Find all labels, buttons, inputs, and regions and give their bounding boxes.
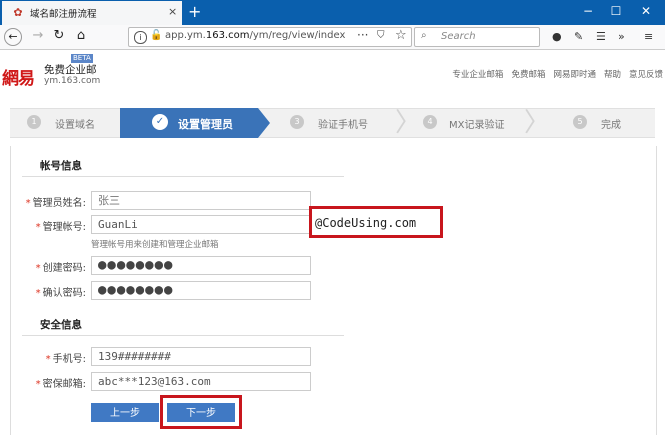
- step-label: MX记录验证: [449, 120, 505, 131]
- account-section-title: 帐号信息: [40, 160, 82, 172]
- page-actions-icon[interactable]: ···: [357, 28, 368, 42]
- home-icon[interactable]: ⌂: [72, 27, 90, 45]
- bookmark-star-icon[interactable]: ☆: [395, 28, 407, 43]
- step-label: 设置域名: [55, 120, 95, 131]
- minimize-icon[interactable]: −: [580, 4, 596, 18]
- divider: [22, 176, 344, 177]
- security-email-label: * 密保邮箱:: [35, 379, 86, 390]
- browser-toolbar: ← → ↻ ⌂ i 🔓 app.ym.163.com/ym/reg/view/i…: [0, 25, 665, 50]
- netease-logo[interactable]: 網易: [2, 64, 35, 89]
- admin-name-input[interactable]: 张三: [91, 191, 311, 210]
- check-icon: ✓: [152, 114, 168, 130]
- step-label-active: 设置管理员: [178, 118, 233, 131]
- nav-link-free-mail[interactable]: 免费邮箱: [511, 70, 545, 80]
- forward-icon[interactable]: →: [29, 27, 47, 45]
- confirm-password-input[interactable]: ●●●●●●●●: [91, 281, 311, 300]
- step-number: 1: [27, 115, 41, 129]
- product-name: 免费企业邮: [44, 64, 97, 76]
- step-number: 3: [290, 115, 304, 129]
- step-number: 5: [573, 115, 587, 129]
- info-icon[interactable]: i: [134, 31, 147, 44]
- product-domain: ym.163.com: [44, 76, 101, 86]
- domain-suffix: @CodeUsing.com: [315, 216, 417, 230]
- search-placeholder: Search: [441, 31, 476, 42]
- url-bar[interactable]: i 🔓 app.ym.163.com/ym/reg/view/index ···…: [128, 27, 412, 47]
- divider: [22, 335, 344, 336]
- admin-account-label: * 管理帐号:: [35, 222, 86, 233]
- insecure-lock-icon: 🔓: [150, 30, 163, 41]
- close-window-icon[interactable]: ✕: [638, 4, 654, 18]
- reload-icon[interactable]: ↻: [50, 27, 68, 45]
- password-input[interactable]: ●●●●●●●●: [91, 256, 311, 275]
- step-2-arrow: [258, 108, 270, 138]
- maximize-icon[interactable]: ☐: [608, 4, 624, 18]
- password-label: * 创建密码:: [35, 263, 86, 274]
- step-number: 4: [423, 115, 437, 129]
- nav-link-enterprise-mail[interactable]: 专业企业邮箱: [452, 70, 503, 80]
- nav-link-help[interactable]: 帮助: [604, 70, 621, 80]
- new-tab-icon[interactable]: +: [188, 2, 201, 21]
- next-button-highlight: [160, 395, 242, 429]
- step-label: 验证手机号: [318, 120, 368, 131]
- nav-link-popo[interactable]: 网易即时通: [553, 70, 596, 80]
- menu-icon[interactable]: ≡: [644, 30, 653, 43]
- admin-account-input[interactable]: GuanLi: [91, 215, 311, 234]
- step-separator: 〉: [395, 108, 422, 138]
- admin-name-label: * 管理员姓名:: [25, 198, 86, 209]
- search-icon: ⌕: [421, 30, 427, 41]
- security-email-input[interactable]: abc***123@163.com: [91, 372, 311, 391]
- browser-tab[interactable]: ✿ 域名邮注册流程 ×: [2, 1, 182, 25]
- security-section-title: 安全信息: [40, 319, 82, 331]
- extension-icon[interactable]: ●: [552, 30, 562, 43]
- prev-step-button[interactable]: 上一步: [91, 403, 159, 422]
- confirm-password-label: * 确认密码:: [35, 288, 86, 299]
- pocket-icon[interactable]: ⛉: [377, 30, 385, 41]
- beta-badge: BETA: [71, 54, 93, 63]
- back-icon[interactable]: ←: [4, 28, 22, 46]
- overflow-icon[interactable]: »: [618, 30, 625, 43]
- netease-favicon-icon: ✿: [13, 6, 23, 19]
- phone-input[interactable]: 139########: [91, 347, 311, 366]
- phone-label: * 手机号:: [45, 354, 86, 365]
- tools-icon[interactable]: ✎: [574, 30, 583, 43]
- progress-steps: 1 设置域名 3 验证手机号 〉 4 MX记录验证 〉 5 完成: [10, 108, 655, 138]
- search-bar[interactable]: ⌕ Search: [414, 27, 540, 47]
- reader-icon[interactable]: ☰: [596, 30, 606, 43]
- top-nav: 专业企业邮箱 免费邮箱 网易即时通 帮助 意见反馈: [444, 68, 663, 80]
- nav-link-feedback[interactable]: 意见反馈: [629, 70, 663, 80]
- url-text[interactable]: app.ym.163.com/ym/reg/view/index: [165, 30, 345, 41]
- account-hint: 管理帐号用来创建和管理企业邮箱: [91, 240, 219, 250]
- tab-close-icon[interactable]: ×: [168, 5, 177, 18]
- step-label: 完成: [601, 120, 621, 131]
- step-separator: 〉: [524, 108, 551, 138]
- tab-title: 域名邮注册流程: [30, 9, 97, 20]
